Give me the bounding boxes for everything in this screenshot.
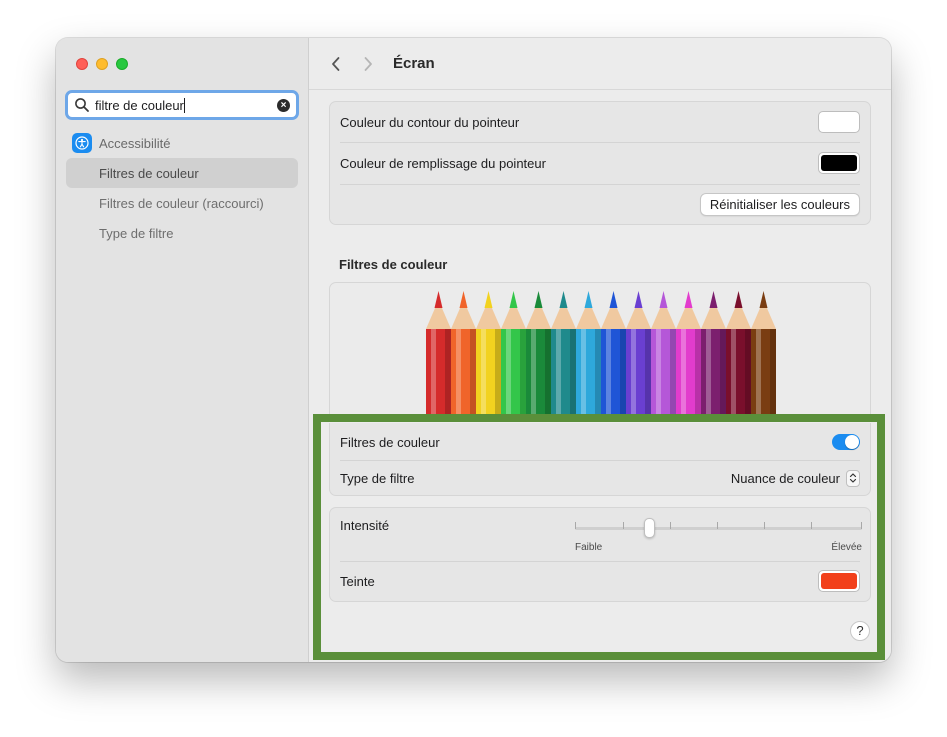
back-button[interactable]: [323, 51, 349, 77]
pointer-fill-row: Couleur de remplissage du pointeur: [340, 150, 860, 176]
pencil: [726, 291, 751, 421]
color-swatch-fill: [821, 114, 857, 130]
pencil: [451, 291, 476, 421]
filter-type-label: Type de filtre: [340, 470, 415, 486]
minimize-window-button[interactable]: [96, 58, 108, 70]
slider-tick: [861, 522, 862, 529]
window-controls: [76, 58, 128, 70]
slider-tick: [717, 522, 718, 529]
filter-type-value: Nuance de couleur: [730, 470, 840, 486]
slider-tick: [623, 522, 624, 529]
slider-min-label: Faible: [575, 542, 603, 553]
sidebar-item-filter-type[interactable]: Type de filtre: [66, 218, 298, 248]
slider-tick: [811, 522, 812, 529]
color-swatch-fill: [821, 573, 857, 589]
divider: [340, 184, 860, 185]
reset-colors-button[interactable]: Réinitialiser les couleurs: [699, 192, 860, 216]
divider: [340, 561, 860, 562]
clear-icon[interactable]: ×: [277, 98, 290, 112]
filter-type-popup[interactable]: Nuance de couleur: [730, 469, 860, 487]
sidebar-section-accessibility[interactable]: Accessibilité: [72, 133, 171, 153]
search-field[interactable]: filtre de couleur ×: [65, 90, 299, 120]
sidebar-item-label: Type de filtre: [99, 225, 174, 241]
slider-thumb[interactable]: [644, 518, 655, 538]
pencils-image: [426, 291, 776, 421]
color-filters-switch[interactable]: [832, 434, 860, 450]
pencil: [701, 291, 726, 421]
tint-color-well[interactable]: [818, 570, 860, 592]
pencil: [576, 291, 601, 421]
intensity-label: Intensité: [340, 517, 390, 533]
chevron-left-icon: [332, 56, 340, 71]
pointer-fill-label: Couleur de remplissage du pointeur: [340, 155, 546, 171]
pencil: [651, 291, 676, 421]
filter-options-card: Filtres de couleur Type de filtre Nuance…: [329, 423, 871, 496]
sidebar-item-label: Filtres de couleur: [99, 165, 199, 181]
filter-type-row: Type de filtre Nuance de couleur: [340, 466, 860, 490]
sidebar-item-label: Filtres de couleur (raccourci): [99, 195, 264, 211]
pencil: [526, 291, 551, 421]
slider-tick: [764, 522, 765, 529]
pointer-outline-row: Couleur du contour du pointeur: [340, 110, 860, 134]
color-pencils-illustration: [329, 282, 871, 422]
tint-label: Teinte: [340, 573, 375, 589]
intensity-tint-card: Intensité Faible Élevée Teinte: [329, 507, 871, 602]
tint-row: Teinte: [340, 568, 860, 594]
color-swatch-fill: [821, 155, 857, 171]
reset-row: Réinitialiser les couleurs: [340, 192, 860, 216]
pencil: [476, 291, 501, 421]
pointer-outline-label: Couleur du contour du pointeur: [340, 114, 520, 130]
zoom-window-button[interactable]: [116, 58, 128, 70]
divider: [340, 460, 860, 461]
pointer-color-card: Couleur du contour du pointeur Couleur d…: [329, 101, 871, 225]
pencil: [601, 291, 626, 421]
help-button[interactable]: ?: [850, 621, 870, 641]
pencil: [751, 291, 776, 421]
pencil: [501, 291, 526, 421]
sidebar-section-label: Accessibilité: [99, 135, 171, 151]
page-title: Écran: [393, 55, 435, 72]
pencil: [626, 291, 651, 421]
sidebar: filtre de couleur × Accessibilité Filtre…: [56, 38, 309, 662]
search-input[interactable]: filtre de couleur: [95, 97, 277, 113]
color-filters-section-title: Filtres de couleur: [339, 257, 448, 272]
sidebar-item-color-filters-shortcut[interactable]: Filtres de couleur (raccourci): [66, 188, 298, 218]
intensity-slider[interactable]: Faible Élevée: [575, 518, 862, 558]
toolbar: Écran: [309, 38, 891, 90]
search-icon: [75, 98, 89, 112]
pencil: [426, 291, 451, 421]
slider-tick: [575, 522, 576, 529]
chevron-up-down-icon: [846, 469, 860, 487]
accessibility-icon: [72, 133, 92, 153]
pointer-outline-color-well[interactable]: [818, 111, 860, 133]
slider-track: [575, 527, 862, 530]
pencil: [551, 291, 576, 421]
divider: [340, 142, 860, 143]
pencil: [676, 291, 701, 421]
settings-window: filtre de couleur × Accessibilité Filtre…: [56, 38, 891, 662]
pointer-fill-color-well[interactable]: [818, 152, 860, 174]
color-filters-toggle-row: Filtres de couleur: [340, 429, 860, 455]
main-pane: Écran Couleur du contour du pointeur Cou…: [309, 38, 891, 662]
slider-tick: [670, 522, 671, 529]
chevron-right-icon: [364, 56, 372, 71]
forward-button[interactable]: [355, 51, 381, 77]
sidebar-item-color-filters[interactable]: Filtres de couleur: [66, 158, 298, 188]
slider-max-label: Élevée: [831, 542, 862, 553]
close-window-button[interactable]: [76, 58, 88, 70]
color-filters-toggle-label: Filtres de couleur: [340, 434, 440, 450]
switch-knob: [845, 435, 859, 449]
